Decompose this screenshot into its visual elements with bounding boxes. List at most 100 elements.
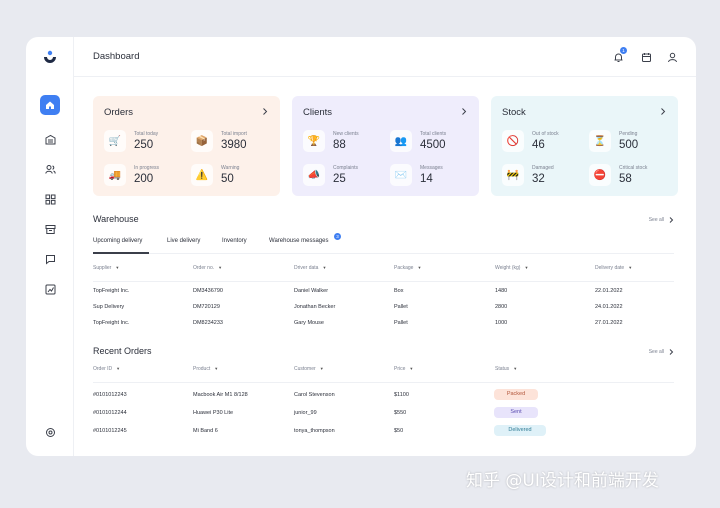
stat-total-clients: 👥 Total clients 4500: [390, 130, 470, 154]
table-cell: 27.01.2022: [595, 320, 623, 326]
chevron-right-icon[interactable]: [262, 108, 268, 115]
table-cell: Pallet: [394, 304, 408, 310]
stat-value: 14: [420, 173, 433, 185]
profile-button[interactable]: [665, 50, 679, 64]
stat-total-today: 🛒 Total today 250: [104, 130, 184, 154]
no-entry-icon: 🚫: [502, 130, 524, 152]
chevron-right-icon[interactable]: [660, 108, 666, 115]
active-tab-indicator: [93, 252, 149, 254]
table-cell: 2800: [495, 304, 508, 310]
table-cell: $50: [394, 428, 404, 434]
orders-card[interactable]: Orders 🛒 Total today 250 📦 Total import …: [93, 96, 280, 196]
stat-value: 50: [221, 173, 234, 185]
recent-orders-title: Recent Orders: [93, 346, 152, 356]
divider: [93, 281, 674, 282]
column-header[interactable]: Supplier ▼: [93, 265, 119, 271]
warehouse-icon: [45, 134, 55, 144]
tab-upcoming-delivery[interactable]: Upcoming delivery: [93, 238, 142, 244]
table-cell: Sup Delivery: [93, 304, 125, 310]
column-header[interactable]: Driver data ▼: [294, 265, 326, 271]
users-icon: [44, 164, 56, 174]
sort-icon: ▼: [214, 366, 219, 371]
stat-warning: ⚠️ Warning 50: [191, 164, 271, 188]
status-badge: Delivered: [494, 425, 546, 436]
column-header[interactable]: Delivery date ▼: [595, 265, 632, 271]
see-all-label: See all: [648, 349, 664, 355]
table-cell: tonya_thompson: [294, 428, 335, 434]
table-cell: 22.01.2022: [595, 288, 623, 294]
sidebar-item-home[interactable]: [40, 95, 60, 115]
stat-total-import: 📦 Total import 3980: [191, 130, 271, 154]
stat-label: Critical stock: [619, 165, 648, 171]
box-icon: 📦: [191, 130, 213, 152]
stat-label: In progress: [134, 165, 160, 171]
column-header[interactable]: Package ▼: [394, 265, 421, 271]
table-cell: DM8234233: [193, 320, 223, 326]
table-cell: #0101012244: [93, 410, 127, 416]
stock-card[interactable]: Stock 🚫 Out of stock 46 ⏳ Pending 500 🚧 …: [491, 96, 678, 196]
sidebar-item-settings[interactable]: [40, 422, 60, 442]
watermark: 知乎 @UI设计和前端开发: [466, 471, 659, 491]
column-header[interactable]: Price ▼: [394, 366, 413, 372]
stat-value: 500: [619, 139, 639, 151]
sidebar-item-clients[interactable]: [40, 159, 60, 179]
stat-in-progress: 🚚 In progress 200: [104, 164, 184, 188]
column-header[interactable]: Order no. ▼: [193, 265, 222, 271]
column-header[interactable]: Status ▼: [495, 366, 517, 372]
column-label: Delivery date: [595, 265, 625, 271]
warehouse-see-all-link[interactable]: See all: [649, 217, 674, 223]
stat-label: Total today: [134, 131, 159, 137]
column-header[interactable]: Product ▼: [193, 366, 218, 372]
column-label: Order no.: [193, 265, 215, 271]
column-label: Status: [495, 366, 510, 372]
grid-icon: [45, 194, 55, 204]
stat-label: Pending: [619, 131, 638, 137]
tab-live-delivery[interactable]: Live delivery: [167, 238, 200, 244]
sort-icon: ▼: [218, 265, 223, 270]
column-header[interactable]: Order ID ▼: [93, 366, 120, 372]
stat-value: 250: [134, 139, 154, 151]
hourglass-icon: ⏳: [589, 130, 611, 152]
stat-new-clients: 🏆 New clients 88: [303, 130, 383, 154]
column-header[interactable]: Customer ▼: [294, 366, 324, 372]
tab-inventory[interactable]: Inventory: [222, 238, 247, 244]
stat-label: Total clients: [420, 131, 447, 137]
chat-icon: [45, 254, 55, 265]
column-header[interactable]: Weight (kg) ▼: [495, 265, 528, 271]
gear-icon: [45, 427, 55, 437]
table-cell: Pallet: [394, 320, 408, 326]
stat-value: 58: [619, 173, 632, 185]
sidebar-item-archive[interactable]: [40, 219, 60, 239]
stat-label: Complaints: [333, 165, 359, 171]
sidebar-item-apps[interactable]: [40, 189, 60, 209]
warehouse-title: Warehouse: [93, 214, 139, 224]
topbar: Dashboard 1: [74, 37, 696, 77]
sidebar-item-messages[interactable]: [40, 249, 60, 269]
sidebar-item-reports[interactable]: [40, 279, 60, 299]
sort-icon: ▼: [417, 265, 422, 270]
see-all-label: See all: [648, 217, 664, 223]
orders-see-all-link[interactable]: See all: [649, 349, 674, 355]
sidebar: [26, 37, 74, 456]
trophy-icon: 🏆: [303, 130, 325, 152]
tab-warehouse-messages[interactable]: Warehouse messages: [269, 238, 328, 244]
sidebar-item-warehouse[interactable]: [40, 129, 60, 149]
calendar-button[interactable]: [639, 50, 653, 64]
column-label: Package: [394, 265, 414, 271]
column-label: Price: [394, 366, 406, 372]
sort-icon: ▼: [116, 366, 121, 371]
table-cell: $550: [394, 410, 407, 416]
alert-icon: ⛔: [589, 164, 611, 186]
sort-icon: ▼: [322, 265, 327, 270]
column-label: Customer: [294, 366, 316, 372]
sort-icon: ▼: [319, 366, 324, 371]
notifications-button[interactable]: 1: [611, 47, 627, 64]
notification-badge: 1: [620, 47, 627, 54]
column-label: Product: [193, 366, 211, 372]
chevron-right-icon[interactable]: [461, 108, 467, 115]
clients-card[interactable]: Clients 🏆 New clients 88 👥 Total clients…: [292, 96, 479, 196]
table-cell: Gary Mouse: [294, 320, 324, 326]
stat-out-of-stock: 🚫 Out of stock 46: [502, 130, 582, 154]
table-cell: Macbook Air M1 8/128: [193, 392, 248, 398]
status-badge: Sent: [494, 407, 538, 418]
